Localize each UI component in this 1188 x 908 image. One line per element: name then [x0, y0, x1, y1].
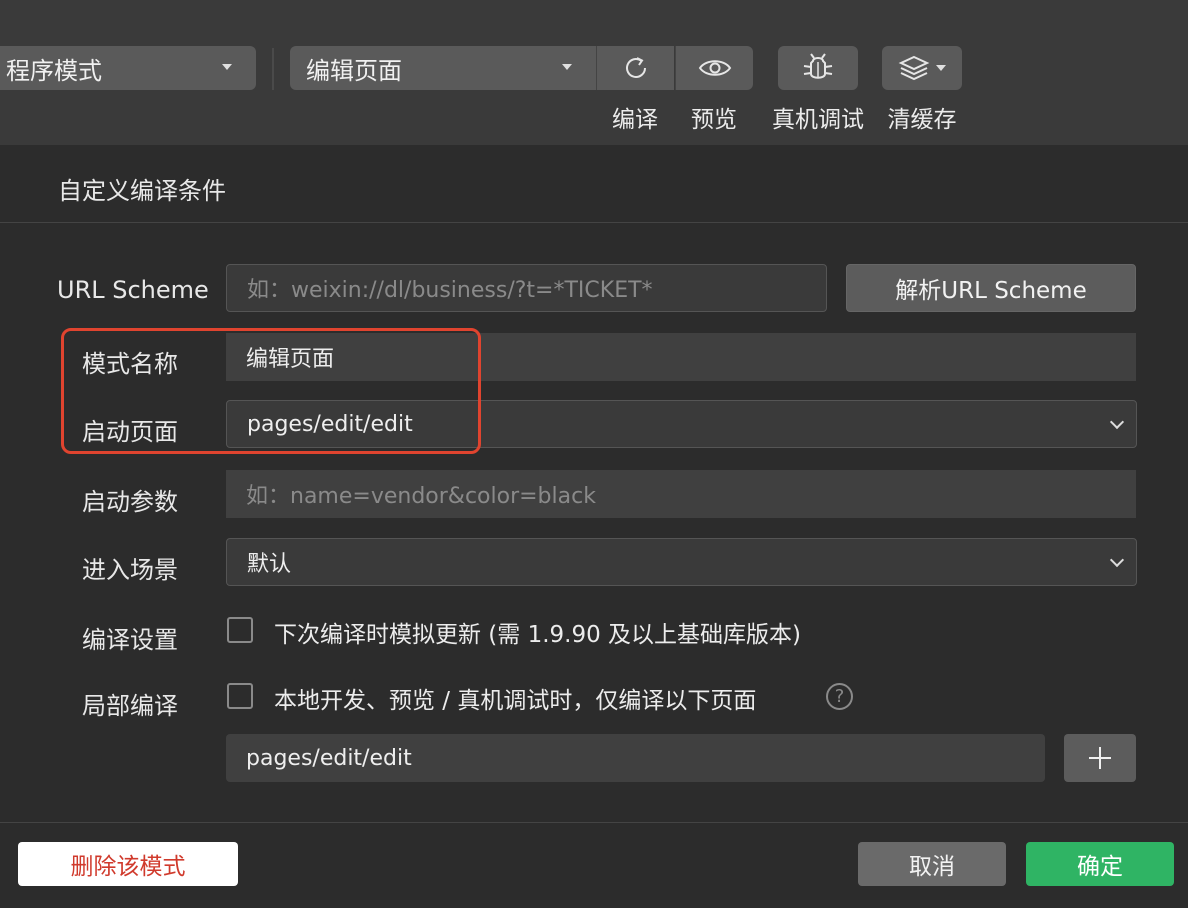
simulate-update-checkbox[interactable] [227, 617, 253, 643]
caret-down-icon [562, 64, 572, 70]
start-params-label: 启动参数 [82, 488, 178, 516]
compile-settings-label: 编译设置 [82, 626, 178, 654]
page-mode-select[interactable]: 编辑页面 [290, 46, 596, 90]
start-params-input[interactable]: 如：name=vendor&color=black [226, 470, 1136, 518]
confirm-button[interactable]: 确定 [1026, 842, 1174, 886]
clear-cache-label: 清缓存 [887, 107, 957, 133]
add-page-button[interactable] [1064, 734, 1136, 782]
compile-mode-select[interactable]: 程序模式 [0, 46, 256, 90]
eye-icon [698, 60, 731, 76]
partial-compile-page-input[interactable]: pages/edit/edit [226, 734, 1045, 782]
layers-icon [898, 55, 930, 81]
dialog-header: 自定义编译条件 [0, 145, 1188, 223]
device-debug-label: 真机调试 [772, 107, 864, 133]
url-scheme-placeholder: 如：weixin://dl/business/?t=*TICKET* [247, 278, 653, 303]
plus-icon [1089, 747, 1111, 769]
preview-button[interactable] [675, 46, 753, 90]
page-mode-select-value: 编辑页面 [306, 56, 402, 85]
highlight-annotation [61, 328, 481, 454]
preview-label: 预览 [691, 107, 737, 133]
chevron-down-icon [1109, 552, 1125, 568]
footer-divider [0, 822, 1188, 823]
delete-mode-label: 删除该模式 [70, 854, 186, 880]
chevron-down-icon [1109, 414, 1125, 430]
scene-select[interactable]: 默认 [226, 538, 1137, 586]
toolbar-divider [272, 48, 274, 90]
help-icon[interactable]: ? [826, 683, 853, 710]
simulate-update-text: 下次编译时模拟更新 (需 1.9.90 及以上基础库版本) [274, 622, 802, 648]
compile-button[interactable] [596, 46, 674, 90]
toolbar: 程序模式 编辑页面 编译 预览 真机调试 清缓存 [0, 0, 1188, 145]
partial-compile-text: 本地开发、预览 / 真机调试时，仅编译以下页面 [274, 688, 757, 714]
partial-compile-page-value: pages/edit/edit [246, 745, 412, 771]
url-scheme-label: URL Scheme [57, 276, 209, 304]
compile-label: 编译 [612, 107, 658, 133]
cancel-label: 取消 [909, 854, 955, 880]
device-debug-button[interactable] [778, 46, 858, 90]
partial-compile-label: 局部编译 [82, 692, 178, 720]
refresh-icon [625, 57, 646, 78]
scene-label: 进入场景 [82, 556, 178, 584]
parse-url-scheme-label: 解析URL Scheme [895, 278, 1087, 304]
delete-mode-button[interactable]: 删除该模式 [18, 842, 238, 886]
url-scheme-input[interactable]: 如：weixin://dl/business/?t=*TICKET* [226, 264, 827, 312]
scene-value: 默认 [247, 552, 292, 577]
parse-url-scheme-button[interactable]: 解析URL Scheme [846, 264, 1136, 312]
bug-icon [803, 53, 833, 79]
dialog-title: 自定义编译条件 [58, 177, 226, 205]
caret-down-icon [222, 64, 232, 70]
clear-cache-button[interactable] [882, 46, 962, 90]
cancel-button[interactable]: 取消 [858, 842, 1006, 886]
start-params-placeholder: 如：name=vendor&color=black [246, 484, 596, 509]
compile-mode-select-value: 程序模式 [6, 56, 102, 85]
caret-down-icon [936, 65, 946, 71]
confirm-label: 确定 [1077, 854, 1123, 880]
partial-compile-checkbox[interactable] [227, 683, 253, 709]
